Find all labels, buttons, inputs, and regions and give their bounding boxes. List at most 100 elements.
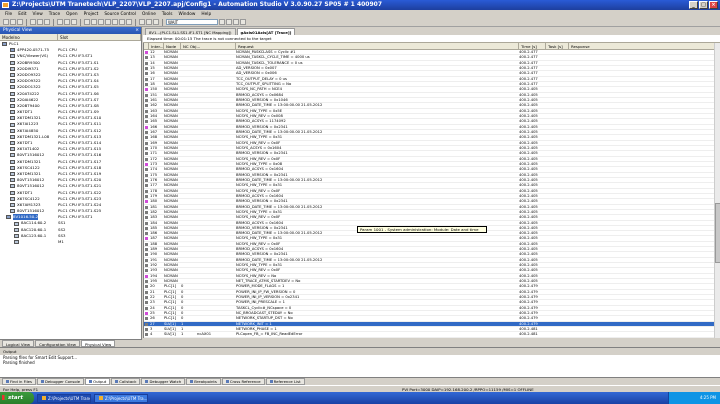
menu-source-control[interactable]: Source Control [101,12,139,17]
row-node: NCMAN [164,236,178,241]
row-time: 400.2.405 [519,236,538,241]
copy-icon[interactable] [37,19,43,25]
tab-debugger-console[interactable]: Debugger Console [37,378,85,385]
row-request: NCSYS_HW_REV = 0x0F [236,241,281,246]
trace-entry-icon [145,168,148,172]
menu-trace[interactable]: Trace [46,12,63,17]
undo-icon[interactable] [57,19,63,25]
row-nc-object: 0 [181,284,184,289]
build-icon[interactable] [84,19,90,25]
trace-icon[interactable] [146,19,152,25]
tab-callstack[interactable]: Callstack [111,378,141,385]
tab-logical-view[interactable]: Logical View [2,340,35,347]
scrollbar-thumb[interactable] [715,203,720,263]
clock[interactable]: 4:25 PM [700,395,716,400]
panel-close-icon[interactable]: × [135,27,139,34]
menu-view[interactable]: View [30,12,46,17]
close-button[interactable]: × [709,1,718,9]
column-header-nc-object[interactable]: NC Obj... [181,43,236,50]
minimize-button[interactable]: _ [689,1,698,9]
menu-window[interactable]: Window [175,12,198,17]
trace-entry-icon [145,66,148,70]
paste-icon[interactable] [44,19,50,25]
tab-physical-view[interactable]: Physical View [80,340,116,347]
column-header-response[interactable]: Response [569,43,715,50]
transfer-icon[interactable] [98,19,104,25]
column-header-modelno[interactable]: Modelno [0,34,58,40]
tab-trace[interactable]: gAxis01Axis[AT [Trace]] [236,28,296,35]
row-index: 174 [150,167,158,172]
menu-open[interactable]: Open [63,12,80,17]
cut-icon[interactable] [30,19,36,25]
play-icon[interactable] [233,19,239,25]
column-header-time[interactable]: Time [s] [519,43,546,50]
tab-configuration-view[interactable]: Configuration View [35,340,80,347]
tab-find-in-files[interactable]: Find in Files [2,378,36,385]
row-index: 3 [150,327,153,332]
row-node: NCMAN [164,124,178,129]
row-nc-object: 0 [181,295,184,300]
trace-entry-icon [145,237,148,241]
menu-edit[interactable]: Edit [15,12,29,17]
start-button[interactable]: start [0,392,34,404]
trace-entry-icon [145,216,148,220]
watch-icon[interactable] [139,19,145,25]
find-icon[interactable] [71,19,77,25]
row-request: NCSYS_HW_TYPE = 0x31 [236,209,283,214]
row-node: NCMAN [164,113,178,118]
tab-debugger-watch[interactable]: Debugger Watch [141,378,186,385]
column-header-request[interactable]: Request [236,43,519,50]
rebuild-icon[interactable] [91,19,97,25]
vertical-scrollbar[interactable] [714,43,720,338]
menu-tools[interactable]: Tools [159,12,176,17]
open-icon[interactable] [10,19,16,25]
new-icon[interactable] [3,19,9,25]
row-node: PLC[1] [164,316,177,321]
warm-restart-icon[interactable] [119,19,125,25]
row-node: NCMAN [164,87,178,92]
trace-entry-icon [145,322,148,326]
tab-reference-list[interactable]: Reference List [265,378,305,385]
row-time: 400.2.405 [519,119,538,124]
row-node: NCMAN [164,193,178,198]
column-header-slot[interactable]: Slot [58,34,141,40]
online-icon[interactable] [105,19,111,25]
tab-nc-mapping[interactable]: 8V1...(PLC1.SL1.SS1.IF1.ST1 [NC Mapping]… [145,28,236,35]
stop-icon[interactable] [226,19,232,25]
tab-breakpoints[interactable]: Breakpoints [186,378,221,385]
trace-entry-icon [145,104,148,108]
column-header-interface[interactable]: Inter... [149,43,164,50]
maximize-button[interactable]: □ [699,1,708,9]
menu-file[interactable]: File [2,12,15,17]
column-header-task[interactable]: Task [s] [546,43,569,50]
taskbar-button[interactable]: Z:\Projects\UTM Tra... [94,393,148,403]
tab-cross-reference[interactable]: Cross Reference [221,378,265,385]
step-icon[interactable] [240,19,246,25]
monitor-icon[interactable] [112,19,118,25]
row-index: 162 [150,103,158,108]
hardware-module-icon [10,73,15,78]
trace-entry-icon [145,51,148,54]
trace-entry-icon [145,269,148,273]
tab-output[interactable]: Output [85,378,111,385]
trace-entry-icon [145,205,148,209]
row-index: 183 [150,215,158,220]
taskbar-button[interactable]: Z:\Projects\UTM Tranet... [37,393,91,403]
menu-help[interactable]: Help [198,12,214,17]
redo-icon[interactable] [64,19,70,25]
record-icon[interactable] [219,19,225,25]
row-node: NCMAN [164,247,178,252]
settings-icon[interactable] [153,19,159,25]
column-header-node[interactable]: Node [164,43,181,50]
save-icon[interactable] [17,19,23,25]
row-node: SLV[1] [164,332,176,337]
watch-input[interactable]: WAIT [166,19,218,25]
menu-project[interactable]: Project [81,12,102,17]
hardware-module-icon [10,159,15,164]
cold-restart-icon[interactable] [126,19,132,25]
menu-online[interactable]: Online [139,12,159,17]
row-node: NCMAN [164,199,178,204]
row-time: 400.2.405 [519,193,538,198]
row-request: NCSYS_NC_PATH = NCE4 [236,87,282,92]
tree-item[interactable]: M1 [0,239,141,245]
